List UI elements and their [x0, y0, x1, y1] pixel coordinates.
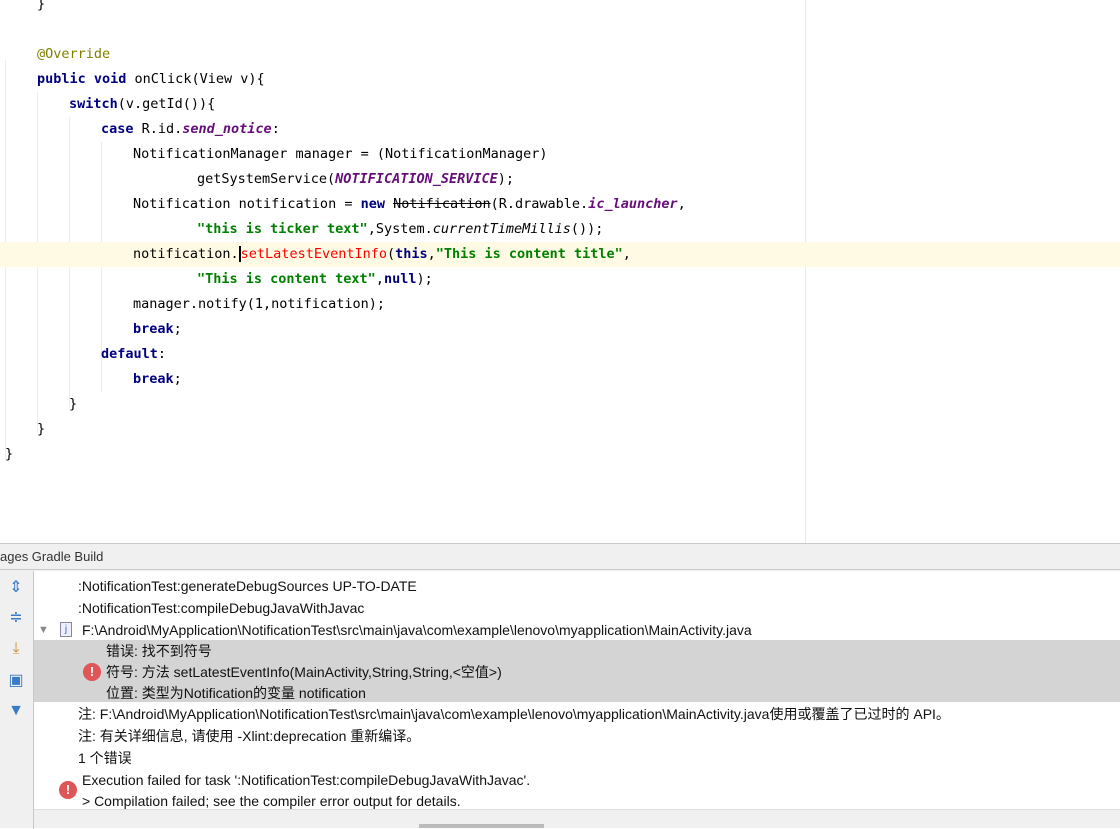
- code-token: setLatestEventInfo: [238, 246, 387, 262]
- code-token: R.id.: [141, 121, 183, 137]
- code-token: ());: [570, 221, 604, 237]
- code-line[interactable]: switch(v.getId()){: [0, 92, 1120, 117]
- code-line[interactable]: Notification notification = new Notifica…: [0, 192, 1120, 217]
- error-icon: !: [59, 781, 77, 799]
- code-token: ,: [677, 196, 686, 212]
- code-token: ,: [622, 246, 631, 262]
- horizontal-scrollbar[interactable]: [34, 809, 1120, 828]
- code-token: manager.notify(1,notification);: [133, 296, 385, 312]
- collapse-all-icon[interactable]: ≑: [6, 607, 26, 627]
- error-location: 位置: 类型为Notification的变量 notification: [106, 685, 366, 701]
- error-icon: !: [83, 663, 101, 681]
- code-line[interactable]: case R.id.send_notice:: [0, 117, 1120, 142]
- code-token: @Override: [37, 46, 111, 62]
- note-line: 注: F:\Android\MyApplication\Notification…: [78, 706, 950, 722]
- code-token: getSystemService(: [197, 171, 336, 187]
- code-token: ;: [173, 371, 182, 387]
- code-token: public void: [37, 71, 135, 87]
- code-line[interactable]: }: [0, 442, 1120, 467]
- file-node[interactable]: ▼ j F:\Android\MyApplication\Notificatio…: [34, 619, 1120, 641]
- panel-title[interactable]: ages Gradle Build: [0, 544, 1120, 570]
- code-token: onClick(View v){: [134, 71, 265, 87]
- scrollbar-thumb[interactable]: [419, 824, 544, 828]
- code-token: NotificationManager manager = (Notificat…: [133, 146, 548, 162]
- code-token: "This is content title": [435, 246, 623, 262]
- panel-toolbar: ⇕ ≑ ⤓ ▣ ▼: [0, 571, 34, 829]
- code-token: "This is content text": [197, 271, 376, 287]
- code-token: ;: [173, 321, 182, 337]
- code-token: ,System.: [367, 221, 433, 237]
- code-line[interactable]: [0, 17, 1120, 42]
- code-token: this: [395, 246, 428, 262]
- code-token: ,: [427, 246, 436, 262]
- code-token: Notification: [393, 196, 491, 212]
- code-token: }: [5, 446, 14, 462]
- code-token: (v.getId()){: [117, 96, 216, 112]
- code-token: default: [101, 346, 158, 362]
- code-line-current[interactable]: notification. setLatestEventInfo(this,"Th…: [0, 242, 1120, 267]
- code-line[interactable]: manager.notify(1,notification);: [0, 292, 1120, 317]
- output-line: :NotificationTest:compileDebugJavaWithJa…: [78, 600, 365, 616]
- gradle-build-panel: ages Gradle Build ⇕ ≑ ⤓ ▣ ▼ :Notificatio…: [0, 543, 1120, 829]
- code-token: Notification notification =: [133, 196, 361, 212]
- filter-icon[interactable]: ▼: [6, 701, 26, 721]
- code-token: }: [69, 396, 78, 412]
- error-count: 1 个错误: [78, 750, 132, 766]
- note-line: 注: 有关详细信息, 请使用 -Xlint:deprecation 重新编译。: [78, 728, 421, 744]
- code-token: ic_launcher: [588, 196, 678, 212]
- code-token: :: [271, 121, 280, 137]
- code-line[interactable]: @Override: [0, 42, 1120, 67]
- code-line[interactable]: }: [0, 0, 1120, 17]
- code-token: send_notice: [182, 121, 272, 137]
- code-token: switch: [69, 96, 118, 112]
- code-line[interactable]: NotificationManager manager = (Notificat…: [0, 142, 1120, 167]
- expand-all-icon[interactable]: ⇕: [6, 577, 26, 597]
- code-line[interactable]: break;: [0, 317, 1120, 342]
- code-token: :: [157, 346, 167, 362]
- code-token: new: [360, 196, 394, 212]
- code-token: null: [383, 271, 417, 287]
- file-path: F:\Android\MyApplication\NotificationTes…: [82, 622, 752, 638]
- code-token: case: [101, 121, 142, 137]
- code-line[interactable]: }: [0, 392, 1120, 417]
- code-line[interactable]: break;: [0, 367, 1120, 392]
- code-token: (: [386, 246, 396, 262]
- code-token: break: [133, 321, 174, 337]
- execution-failed: Execution failed for task ':Notification…: [82, 772, 531, 788]
- autoscroll-icon[interactable]: ▣: [6, 670, 26, 690]
- code-token: );: [416, 271, 433, 287]
- code-token: notification.: [133, 246, 239, 262]
- code-token: }: [37, 0, 46, 12]
- code-token: currentTimeMillis: [432, 221, 571, 237]
- code-line[interactable]: getSystemService(NOTIFICATION_SERVICE);: [0, 167, 1120, 192]
- code-token: (R.drawable.: [490, 196, 589, 212]
- error-message: 错误: 找不到符号: [106, 643, 212, 659]
- error-symbol: 符号: 方法 setLatestEventInfo(MainActivity,S…: [106, 664, 502, 680]
- code-editor[interactable]: } @Override public void onClick(View v){sw…: [0, 0, 1120, 543]
- code-line[interactable]: }: [0, 417, 1120, 442]
- output-line: :NotificationTest:generateDebugSources U…: [78, 578, 417, 594]
- export-icon[interactable]: ⤓: [6, 639, 26, 659]
- code-token: }: [37, 421, 46, 437]
- code-token: "this is ticker text": [197, 221, 368, 237]
- code-token: break: [133, 371, 174, 387]
- code-token: );: [497, 171, 514, 187]
- code-token: ,: [375, 271, 384, 287]
- code-token: NOTIFICATION_SERVICE: [335, 171, 498, 187]
- code-line[interactable]: default:: [0, 342, 1120, 367]
- code-line[interactable]: "this is ticker text",System.currentTime…: [0, 217, 1120, 242]
- build-output[interactable]: :NotificationTest:generateDebugSources U…: [34, 571, 1120, 809]
- java-file-icon: j: [60, 622, 72, 637]
- expand-arrow-icon[interactable]: ▼: [38, 619, 49, 641]
- code-line[interactable]: public void onClick(View v){: [0, 67, 1120, 92]
- code-line[interactable]: "This is content text",null);: [0, 267, 1120, 292]
